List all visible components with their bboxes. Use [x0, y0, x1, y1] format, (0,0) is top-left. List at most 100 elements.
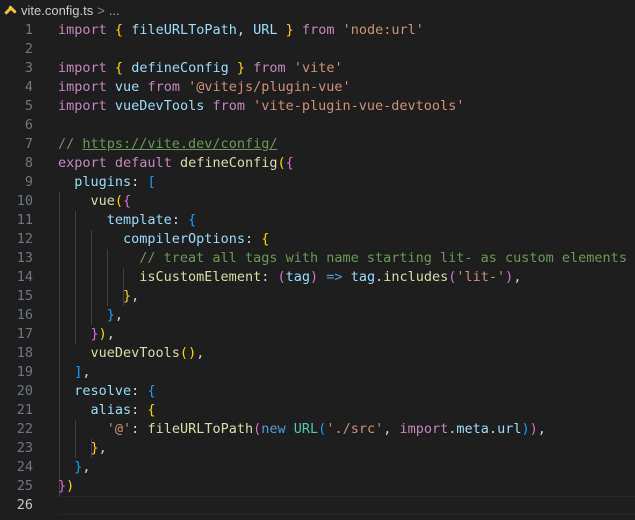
line-number: 2	[24, 41, 33, 57]
code-line[interactable]: 14 isCustomElement: (tag) => tag.include…	[0, 268, 635, 287]
code-token: ,	[383, 421, 400, 437]
code-line[interactable]: 23 },	[0, 439, 635, 458]
code-token: ,	[513, 269, 522, 285]
code-line[interactable]: 4 import vue from '@vitejs/plugin-vue'	[0, 78, 635, 97]
code-token: isCustomElement	[139, 269, 262, 285]
code-token: from	[253, 60, 286, 76]
line-number: 1	[24, 22, 33, 38]
code-line[interactable]: 9 plugins: [	[0, 173, 635, 192]
code-line[interactable]: 25})	[0, 477, 635, 496]
code-line[interactable]: 20 resolve: {	[0, 382, 635, 401]
code-line[interactable]: 1 import { fileURLToPath, URL } from 'nod…	[0, 21, 635, 40]
code-editor[interactable]: 1 import { fileURLToPath, URL } from 'nod…	[0, 21, 635, 520]
code-text: plugins: [	[58, 173, 155, 192]
code-text: resolve: {	[58, 382, 155, 401]
line-number: 21	[16, 402, 33, 418]
code-token: }	[90, 440, 99, 456]
code-line[interactable]: 7 // https://vite.dev/config/	[0, 135, 635, 154]
code-token: {	[285, 155, 294, 171]
code-token: }	[58, 478, 67, 494]
code-text: },	[58, 287, 139, 306]
line-number: 24	[16, 459, 33, 475]
breadcrumb: vite.config.ts > ...	[0, 0, 635, 21]
code-token: }	[106, 307, 115, 323]
code-token: vueDevTools	[90, 345, 180, 361]
code-line[interactable]: 5 import vueDevTools from 'vite-plugin-vu…	[0, 97, 635, 116]
code-token: ,	[537, 421, 546, 437]
code-line[interactable]: 13 // treat all tags with name starting …	[0, 249, 635, 268]
code-line[interactable]: 8 export default defineConfig({	[0, 154, 635, 173]
code-line[interactable]: 10 vue({	[0, 192, 635, 211]
code-token: export	[58, 155, 107, 171]
code-token: =>	[326, 269, 343, 285]
code-token: fileURLToPath	[147, 421, 254, 437]
code-token: import	[58, 60, 107, 76]
breadcrumb-file[interactable]: vite.config.ts	[21, 3, 93, 18]
code-line[interactable]: 19 ],	[0, 363, 635, 382]
code-token: )	[66, 478, 75, 494]
line-number: 10	[16, 193, 33, 209]
code-token: meta	[456, 421, 489, 437]
code-line[interactable]: 16 },	[0, 306, 635, 325]
code-token: )	[529, 421, 538, 437]
code-token: {	[114, 60, 124, 76]
code-token: (	[277, 155, 286, 171]
code-token: :	[131, 174, 148, 190]
code-token[interactable]: https://vite.dev/config/	[82, 136, 277, 152]
code-line[interactable]: 22 '@': fileURLToPath(new URL('./src', i…	[0, 420, 635, 439]
code-token: import	[58, 79, 107, 95]
code-token: 'lit-'	[456, 269, 506, 285]
code-token: :	[131, 383, 148, 399]
line-number: 19	[16, 364, 33, 380]
line-number: 23	[16, 440, 33, 456]
code-token: fileURLToPath	[131, 22, 237, 38]
line-number: 8	[24, 155, 33, 171]
code-token: '@vitejs/plugin-vue'	[188, 79, 351, 95]
code-token: tag	[285, 269, 310, 285]
code-line[interactable]: 26	[0, 496, 635, 515]
code-line[interactable]: 24 },	[0, 458, 635, 477]
code-line[interactable]: 11 template: {	[0, 211, 635, 230]
code-line[interactable]: 17 }),	[0, 325, 635, 344]
code-token: ,	[236, 22, 254, 38]
code-text: import { fileURLToPath, URL } from 'node…	[58, 21, 424, 40]
code-token: (	[179, 345, 189, 361]
code-line[interactable]: 21 alias: {	[0, 401, 635, 420]
line-number: 7	[24, 136, 33, 152]
code-token: (	[114, 193, 124, 209]
code-line[interactable]: 15 },	[0, 287, 635, 306]
line-number: 16	[16, 307, 33, 323]
code-text: import { defineConfig } from 'vite'	[58, 59, 343, 78]
code-line[interactable]: 6	[0, 116, 635, 135]
code-token: )	[98, 326, 107, 342]
code-line[interactable]: 3 import { defineConfig } from 'vite'	[0, 59, 635, 78]
code-line[interactable]: 2	[0, 40, 635, 59]
code-token: )	[310, 269, 319, 285]
line-number: 26	[16, 497, 33, 513]
line-number: 4	[24, 79, 33, 95]
code-text: // https://vite.dev/config/	[58, 135, 277, 154]
code-token: defineConfig	[131, 60, 229, 76]
code-token: import	[58, 98, 107, 114]
code-token: defineConfig	[179, 155, 278, 171]
code-token: vue	[114, 79, 140, 95]
line-number: 6	[24, 117, 33, 133]
code-token: url	[497, 421, 522, 437]
code-line[interactable]: 12 compilerOptions: {	[0, 230, 635, 249]
line-number: 20	[16, 383, 33, 399]
code-token: (	[277, 269, 286, 285]
line-number: 9	[24, 174, 33, 190]
code-line[interactable]: 18 vueDevTools(),	[0, 344, 635, 363]
breadcrumb-ellipsis[interactable]: ...	[109, 3, 120, 18]
line-number: 14	[16, 269, 33, 285]
